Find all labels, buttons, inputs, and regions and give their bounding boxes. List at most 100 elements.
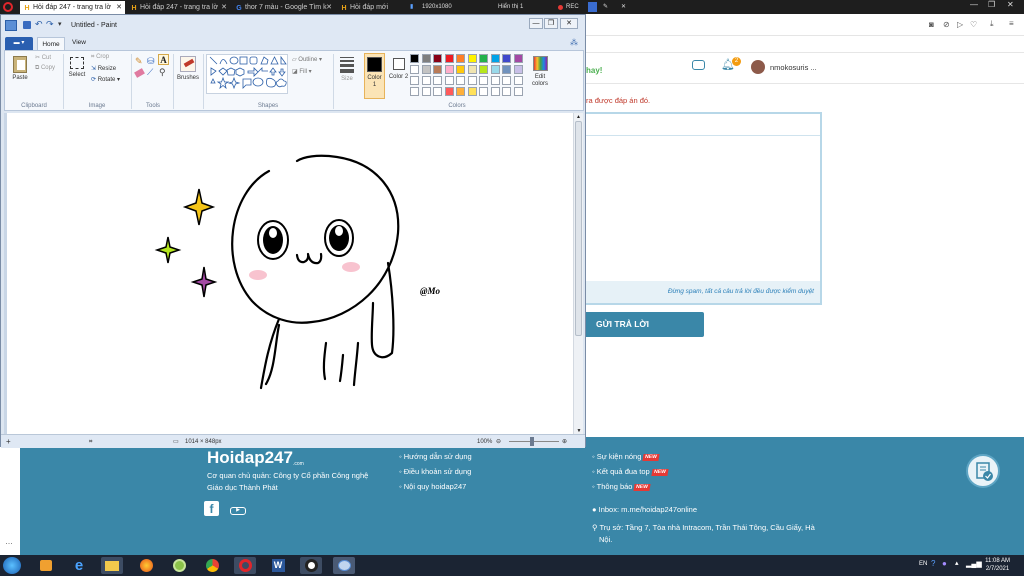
rec-stop-icon[interactable]: [588, 2, 597, 12]
heart-icon[interactable]: ♡: [970, 20, 977, 29]
quiz-icon[interactable]: [966, 454, 1000, 488]
brushes-button[interactable]: Brushes: [176, 54, 200, 94]
palette-swatch[interactable]: [410, 76, 419, 85]
tab-view[interactable]: View: [72, 39, 86, 46]
undo-icon[interactable]: ↶: [35, 19, 43, 30]
help-icon[interactable]: ?: [931, 559, 935, 568]
palette-swatch[interactable]: [456, 54, 465, 63]
color-picker-icon[interactable]: ⟋: [147, 67, 153, 78]
browser-tab-2[interactable]: H Hỏi đáp 247 - trang tra lờ ✕: [127, 1, 230, 14]
maximize-icon[interactable]: ❐: [544, 18, 558, 29]
tray-arrow-icon[interactable]: ▴: [955, 559, 959, 567]
resize-button[interactable]: ⇲ Resize: [91, 65, 116, 72]
footer-link-guide[interactable]: ◦ Hướng dẫn sử dụng: [399, 452, 472, 461]
pen-icon[interactable]: ✎: [603, 0, 608, 14]
play-icon[interactable]: ▷: [957, 20, 963, 29]
edit-colors-button[interactable]: Edit colors: [529, 54, 551, 98]
word-icon[interactable]: W: [267, 557, 289, 574]
menu-icon[interactable]: ≡: [1009, 19, 1014, 28]
footer-link-announce[interactable]: ◦ Thông báo NEW: [592, 482, 651, 491]
palette-swatch[interactable]: [513, 87, 523, 96]
fill-button[interactable]: ◪ Fill ▾: [292, 68, 312, 75]
maximize-icon[interactable]: ❐: [988, 0, 995, 9]
firefox-icon[interactable]: [135, 557, 157, 574]
paint-app-icon[interactable]: [5, 20, 17, 31]
submit-answer-button[interactable]: GỬI TRẢ LỜI: [584, 312, 704, 337]
zoom-out-icon[interactable]: ⊖: [496, 435, 501, 449]
crop-button[interactable]: ⌗ Crop: [91, 54, 109, 61]
copy-button[interactable]: ⧉ Copy: [35, 65, 55, 72]
palette-swatch[interactable]: [456, 76, 465, 85]
username[interactable]: nmokosuris ...: [770, 63, 817, 72]
size-button[interactable]: Size: [337, 54, 357, 94]
minimize-icon[interactable]: —: [529, 18, 543, 29]
save-icon[interactable]: [23, 21, 31, 29]
palette-swatch[interactable]: [502, 65, 511, 74]
footer-link-terms[interactable]: ◦ Điều khoản sử dụng: [399, 467, 471, 476]
chevron-down-icon[interactable]: ▾: [58, 20, 62, 28]
scroll-up-icon[interactable]: ▲: [574, 113, 583, 121]
palette-swatch[interactable]: [410, 54, 419, 63]
tab-home[interactable]: Home: [37, 37, 65, 51]
palette-swatch[interactable]: [410, 65, 419, 74]
file-explorer-icon[interactable]: [101, 557, 123, 574]
palette-swatch[interactable]: [433, 76, 442, 85]
close-icon[interactable]: ✕: [221, 1, 227, 14]
palette-swatch[interactable]: [444, 87, 454, 96]
palette-swatch[interactable]: [490, 54, 500, 63]
youtube-icon[interactable]: ▶: [230, 501, 246, 516]
palette-swatch[interactable]: [467, 54, 477, 63]
close-icon[interactable]: ✕: [326, 1, 332, 14]
palette-swatch[interactable]: [513, 65, 523, 74]
paint-icon[interactable]: [333, 557, 355, 574]
palette-swatch[interactable]: [502, 76, 511, 85]
palette-swatch[interactable]: [456, 87, 465, 96]
palette-swatch[interactable]: [490, 76, 500, 85]
scroll-thumb[interactable]: [575, 121, 582, 336]
zoom-slider-thumb[interactable]: [530, 437, 534, 446]
browser-tab-4[interactable]: H Hỏi đáp mới: [337, 1, 393, 14]
answer-editor[interactable]: Đừng spam, tất cả câu trả lời đều được k…: [584, 112, 822, 305]
avatar[interactable]: [751, 60, 765, 74]
palette-swatch[interactable]: [456, 65, 465, 74]
palette-swatch[interactable]: [502, 87, 511, 96]
palette-swatch[interactable]: [444, 76, 454, 85]
paste-button[interactable]: Paste: [9, 54, 31, 92]
app-icon[interactable]: [168, 557, 190, 574]
palette-swatch[interactable]: [502, 54, 511, 63]
chrome-icon[interactable]: [201, 557, 223, 574]
palette-swatch[interactable]: [513, 54, 523, 63]
clock[interactable]: 11:08 AM 2/7/2021: [985, 557, 1010, 573]
media-player-icon[interactable]: [35, 557, 57, 574]
facebook-icon[interactable]: f: [204, 501, 219, 516]
rotate-button[interactable]: ⟳ Rotate ▾: [91, 76, 120, 83]
close-icon[interactable]: ✕: [116, 1, 122, 14]
camera-icon[interactable]: ◙: [929, 20, 934, 29]
palette-swatch[interactable]: [444, 54, 454, 63]
browser-tab-1[interactable]: H Hỏi đáp 247 - trang tra lờ ✕: [20, 1, 125, 14]
palette-swatch[interactable]: [421, 76, 431, 85]
start-button[interactable]: [3, 557, 21, 574]
footer-link-top[interactable]: ◦ Kết quả đua top NEW: [592, 467, 669, 476]
help-icon[interactable]: ⁂: [570, 38, 578, 47]
palette-swatch[interactable]: [444, 65, 454, 74]
recorder-icon[interactable]: [300, 557, 322, 574]
palette-swatch[interactable]: [421, 54, 431, 63]
palette-swatch[interactable]: [410, 87, 419, 96]
footer-link-rules[interactable]: ◦ Nội quy hoidap247: [399, 482, 466, 491]
palette-swatch[interactable]: [421, 65, 431, 74]
shapes-gallery[interactable]: [206, 54, 288, 94]
opera-icon[interactable]: [234, 557, 256, 574]
language-indicator[interactable]: EN: [919, 561, 927, 567]
fill-icon[interactable]: ⛁: [147, 56, 155, 67]
outline-button[interactable]: ▱ Outline ▾: [292, 56, 322, 63]
opera-menu-icon[interactable]: [3, 2, 13, 12]
paint-menu-button[interactable]: ▬ ▾: [5, 37, 33, 50]
dots-icon[interactable]: …: [5, 537, 13, 546]
shield-icon[interactable]: ⊘: [943, 20, 950, 29]
app-tray-icon[interactable]: ●: [942, 559, 947, 568]
chat-icon[interactable]: [692, 60, 705, 70]
close-icon[interactable]: ✕: [560, 18, 578, 29]
color2-button[interactable]: Color 2: [388, 53, 409, 99]
palette-swatch[interactable]: [513, 76, 523, 85]
